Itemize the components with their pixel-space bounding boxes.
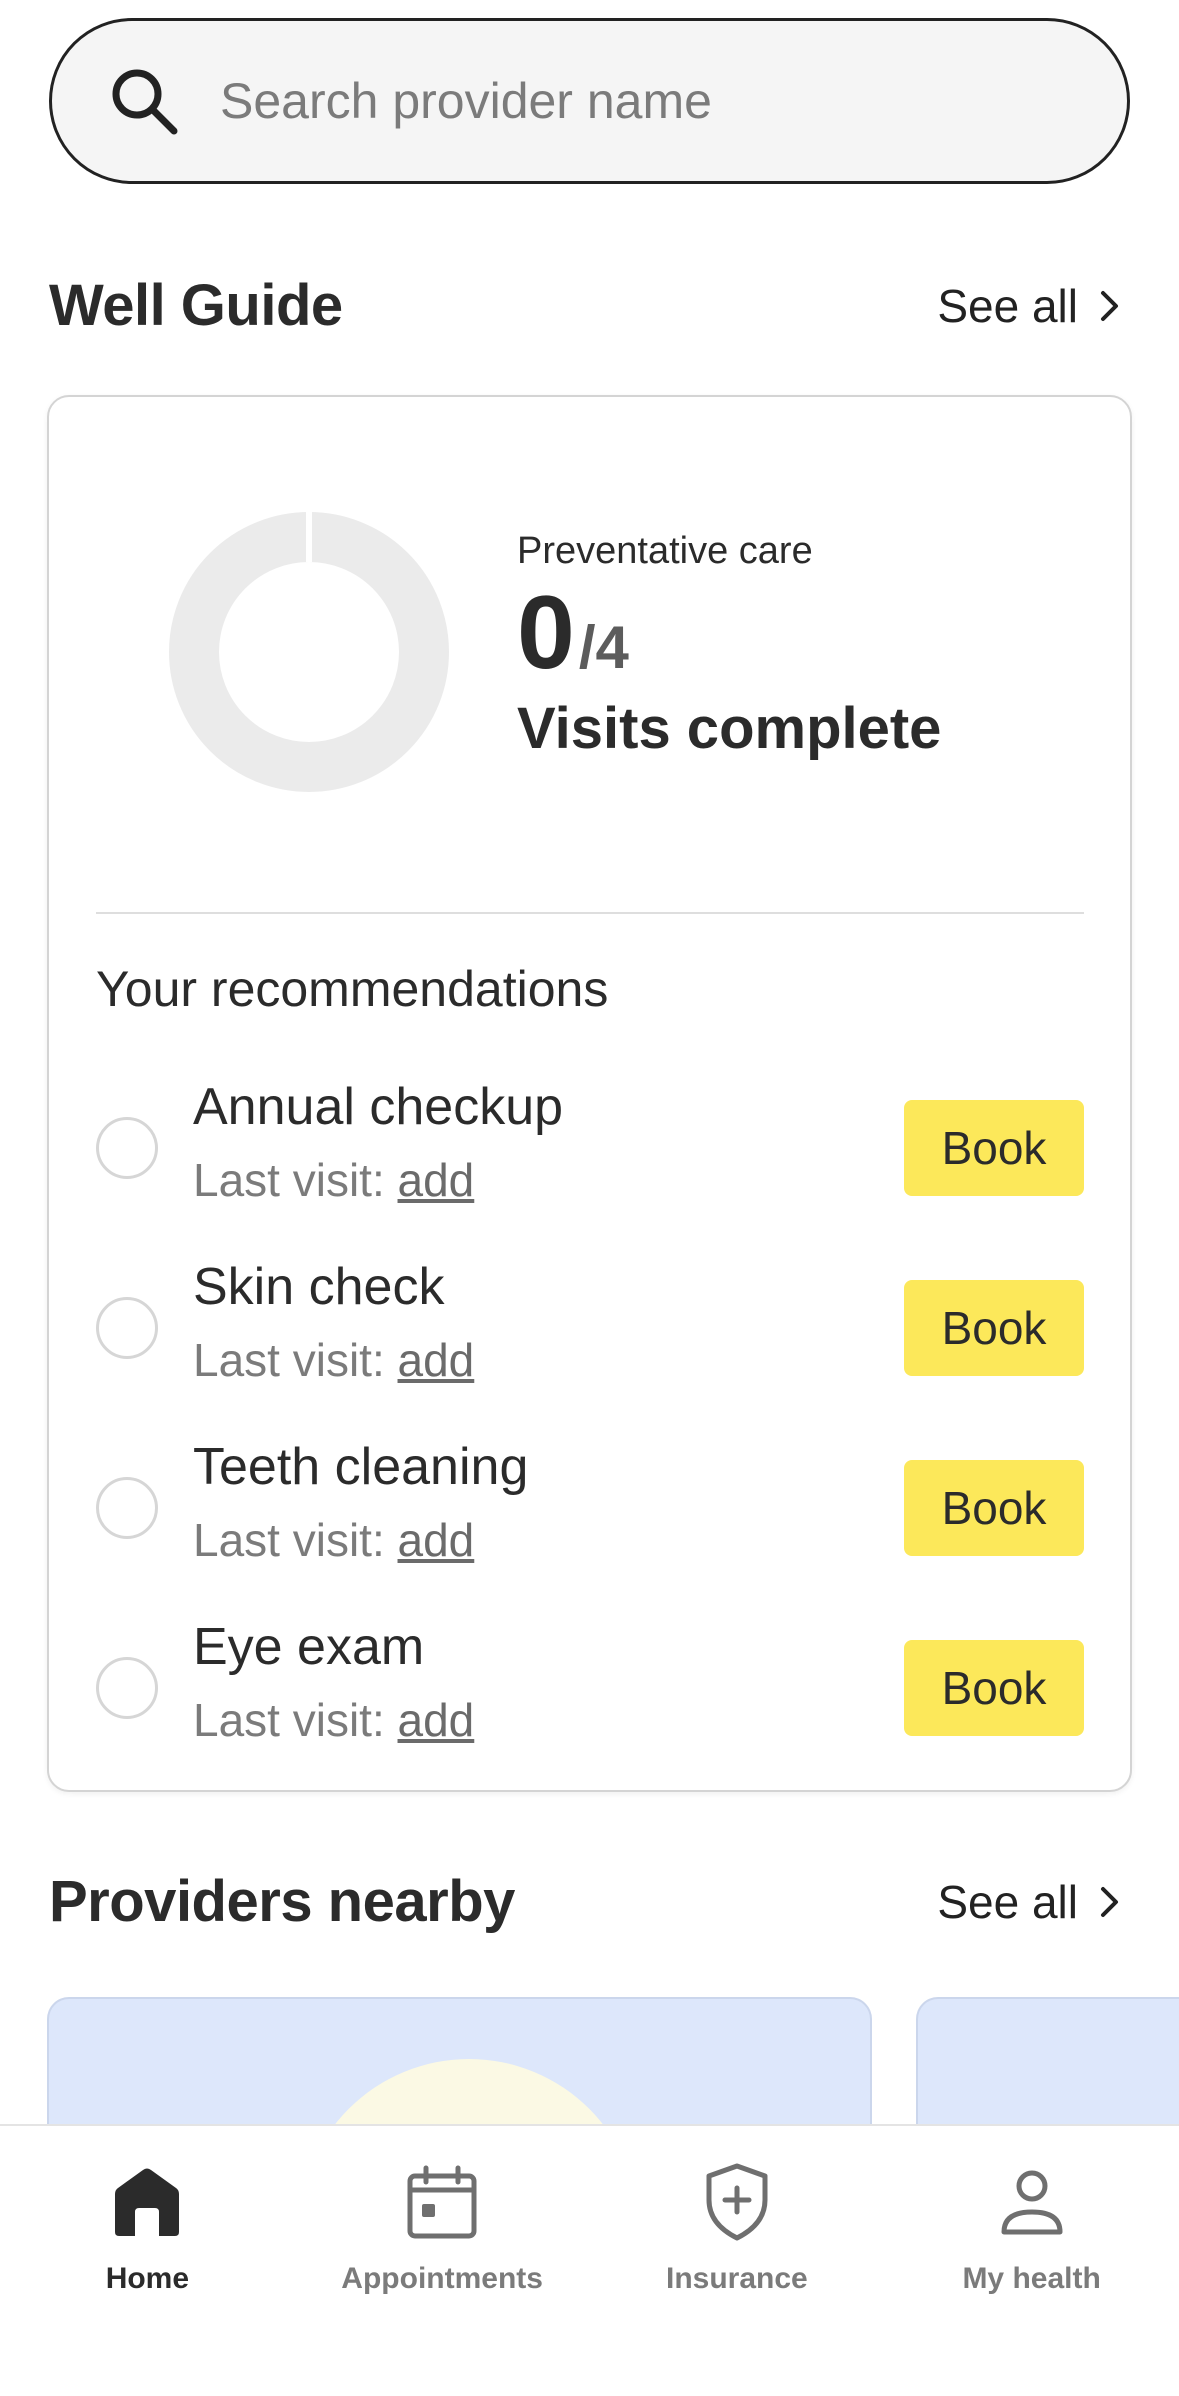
- completion-radio[interactable]: [96, 1117, 158, 1179]
- care-label: Preventative care: [517, 530, 813, 572]
- last-visit-label: Last visit:: [193, 1334, 398, 1386]
- completion-radio[interactable]: [96, 1657, 158, 1719]
- divider: [96, 912, 1084, 914]
- recommendation-item: Annual checkup Last visit: add Book: [96, 1077, 1084, 1217]
- nav-label: Home: [105, 2262, 190, 2295]
- last-visit-text: Last visit: add: [193, 1513, 474, 1567]
- nav-label: Appointments: [341, 2262, 543, 2295]
- well-guide-title: Well Guide: [49, 273, 343, 338]
- shield-plus-icon: [706, 2163, 768, 2241]
- recommendation-item: Eye exam Last visit: add Book: [96, 1617, 1084, 1757]
- last-visit-text: Last visit: add: [193, 1333, 474, 1387]
- nav-label: My health: [962, 2262, 1101, 2295]
- recommendation-item: Teeth cleaning Last visit: add Book: [96, 1437, 1084, 1577]
- nav-my-health[interactable]: My health: [884, 2126, 1179, 2396]
- add-last-visit-link[interactable]: add: [398, 1514, 475, 1566]
- see-all-label: See all: [937, 1875, 1078, 1928]
- last-visit-text: Last visit: add: [193, 1693, 474, 1747]
- well-guide-card: Preventative care 0 /4 Visits complete Y…: [47, 395, 1132, 1792]
- book-button[interactable]: Book: [904, 1460, 1084, 1556]
- preventative-care-summary: Preventative care 0 /4 Visits complete: [517, 530, 941, 762]
- chevron-right-icon: [1101, 290, 1118, 321]
- recommendation-item: Skin check Last visit: add Book: [96, 1257, 1084, 1397]
- nav-appointments[interactable]: Appointments: [295, 2126, 590, 2396]
- last-visit-label: Last visit:: [193, 1514, 398, 1566]
- see-all-label: See all: [937, 279, 1078, 332]
- completion-radio[interactable]: [96, 1297, 158, 1359]
- well-guide-header: Well Guide See all: [49, 272, 1130, 339]
- recommendations-title: Your recommendations: [96, 961, 609, 1017]
- last-visit-label: Last visit:: [193, 1694, 398, 1746]
- nav-home[interactable]: Home: [0, 2126, 295, 2396]
- search-input[interactable]: [220, 72, 1040, 130]
- recommendation-name: Skin check: [193, 1258, 445, 1316]
- chevron-right-icon: [1101, 1886, 1118, 1917]
- book-button[interactable]: Book: [904, 1640, 1084, 1736]
- person-icon: [1001, 2170, 1063, 2235]
- add-last-visit-link[interactable]: add: [398, 1154, 475, 1206]
- search-bar[interactable]: [49, 18, 1130, 184]
- visits-complete-label: Visits complete: [517, 696, 942, 761]
- providers-title: Providers nearby: [49, 1869, 515, 1934]
- bottom-nav: Home Appointments Insurance My health: [0, 2124, 1179, 2396]
- book-button[interactable]: Book: [904, 1100, 1084, 1196]
- providers-header: Providers nearby See all: [49, 1868, 1130, 1935]
- completion-radio[interactable]: [96, 1477, 158, 1539]
- search-icon: [112, 69, 178, 135]
- calendar-icon: [407, 2165, 477, 2239]
- last-visit-label: Last visit:: [193, 1154, 398, 1206]
- home-icon: [115, 2168, 180, 2236]
- nav-insurance[interactable]: Insurance: [590, 2126, 885, 2396]
- recommendation-name: Teeth cleaning: [193, 1438, 529, 1496]
- recommendation-name: Annual checkup: [193, 1078, 564, 1136]
- well-guide-see-all-link[interactable]: See all: [937, 279, 1130, 333]
- progress-donut: [169, 512, 449, 792]
- add-last-visit-link[interactable]: add: [398, 1694, 475, 1746]
- recommendation-name: Eye exam: [193, 1618, 425, 1676]
- book-button[interactable]: Book: [904, 1280, 1084, 1376]
- providers-see-all-link[interactable]: See all: [937, 1875, 1130, 1929]
- nav-label: Insurance: [666, 2262, 808, 2295]
- total-count: /4: [578, 614, 629, 681]
- last-visit-text: Last visit: add: [193, 1153, 474, 1207]
- visit-count: 0 /4: [517, 581, 941, 685]
- completed-count: 0: [517, 575, 575, 691]
- home-screen: Well Guide See all Preventative care 0 /…: [0, 0, 1179, 2396]
- add-last-visit-link[interactable]: add: [398, 1334, 475, 1386]
